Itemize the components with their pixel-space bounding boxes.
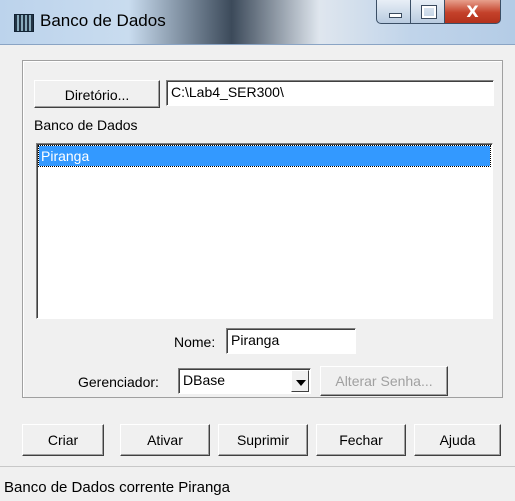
manager-select[interactable]: DBase (178, 368, 311, 394)
delete-button[interactable]: Suprimir (218, 424, 308, 456)
help-button[interactable]: Ajuda (414, 424, 501, 456)
database-listbox[interactable]: Piranga (36, 143, 493, 319)
database-list-label: Banco de Dados (34, 117, 138, 133)
change-password-button[interactable]: Alterar Senha... (320, 366, 448, 396)
close-button[interactable]: Fechar (316, 424, 406, 456)
list-item-piranga[interactable]: Piranga (38, 145, 491, 167)
create-button[interactable]: Criar (22, 424, 104, 456)
minimize-button[interactable] (376, 0, 411, 24)
maximize-button[interactable] (411, 0, 445, 24)
name-field[interactable]: Piranga (226, 328, 356, 354)
window-controls: X (376, 0, 501, 24)
close-icon: X (466, 2, 479, 21)
directory-button[interactable]: Diretório... (34, 80, 160, 108)
manager-label: Gerenciador: (78, 374, 159, 390)
database-app-icon (14, 14, 34, 32)
chevron-down-icon[interactable] (291, 370, 309, 392)
manager-selected-value: DBase (183, 372, 226, 388)
status-bar: Banco de Dados corrente Piranga (0, 466, 515, 501)
name-label: Nome: (174, 334, 216, 350)
directory-path-field[interactable]: C:\Lab4_SER300\ (166, 80, 494, 106)
title-bar[interactable]: Banco de Dados X (0, 0, 515, 45)
status-text: Banco de Dados corrente Piranga (4, 479, 230, 496)
window-title: Banco de Dados (40, 11, 166, 30)
close-window-button[interactable]: X (445, 0, 501, 24)
activate-button[interactable]: Ativar (120, 424, 210, 456)
